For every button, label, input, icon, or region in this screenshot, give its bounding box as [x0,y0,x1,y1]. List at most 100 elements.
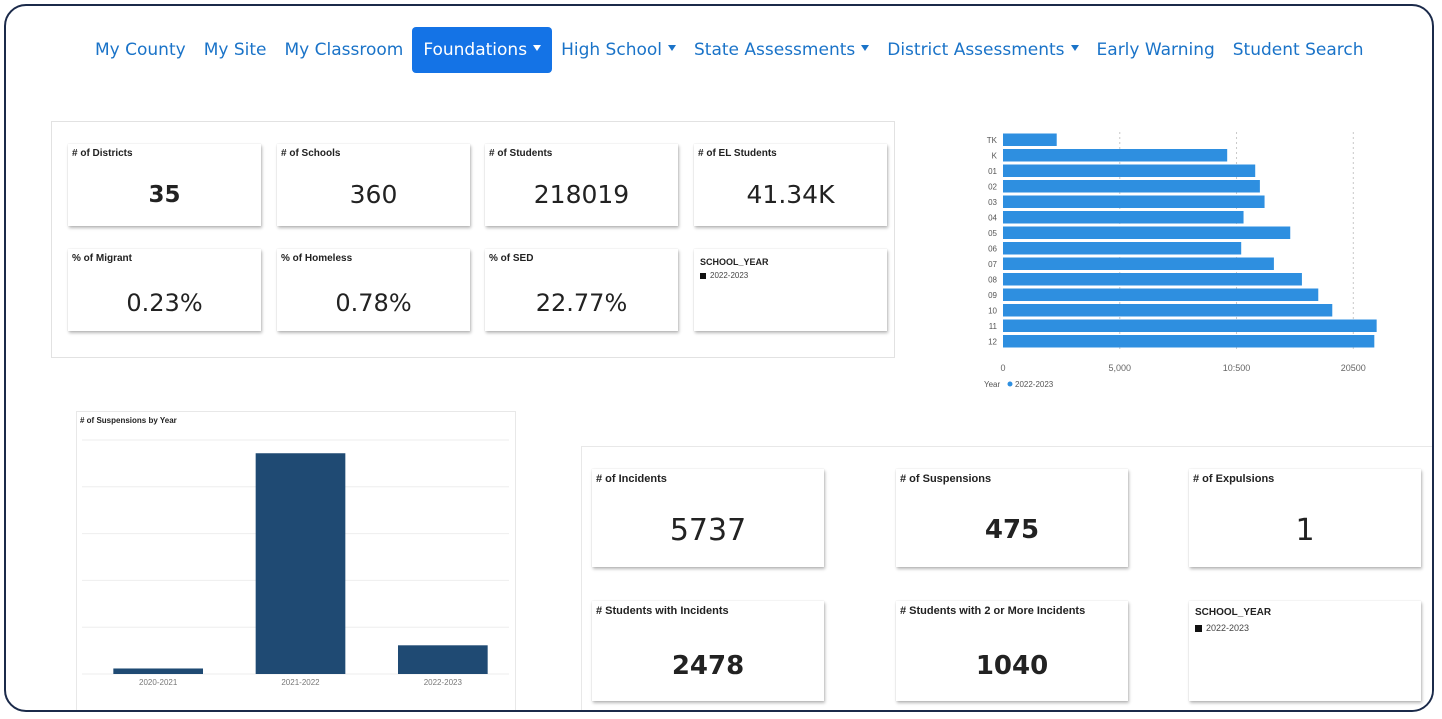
y-tick-label: 12 [988,337,997,346]
bar-03[interactable] [1003,195,1265,209]
nav-item-label: My Classroom [284,40,404,60]
nav-item-student-search[interactable]: Student Search [1224,27,1373,73]
nav-item-label: Foundations [423,40,528,60]
bar-2022-2023[interactable] [397,645,488,674]
suspensions-by-year-svg: # of Suspensions by Year 2020-2021 2021-20… [80,416,509,687]
kpi-card-districts: # of Districts 35 [68,144,261,226]
y-tick-label: TK [987,136,998,145]
bar-10[interactable] [1003,304,1333,317]
checkbox-icon [700,272,706,279]
kpi-value: 35 [148,182,181,208]
nav-item-foundations[interactable]: Foundations [412,27,553,73]
incidents-kpi-panel: # of Incidents 5737 # of Suspensions 475… [581,446,1432,710]
nav-item-early-warning[interactable]: Early Warning [1088,27,1224,73]
kpi-value: 218019 [533,180,630,209]
legend-entry[interactable]: 2022-2023 [1015,380,1054,389]
y-tick-label: K [992,151,998,160]
legend-title: Year [984,380,1001,389]
nav-item-label: Early Warning [1096,40,1215,60]
bar-09[interactable] [1003,288,1319,302]
kpi-card-incidents: # of Incidents 5737 [592,469,824,567]
nav-item-label: District Assessments [887,40,1065,60]
kpi-value: 2478 [671,651,745,681]
kpi-value: 5737 [669,513,747,548]
top-nav: My County My Site My Classroom Foundations H… [86,26,1373,74]
kpi-value: 0.78% [335,289,412,317]
x-tick-label: 2020-2021 [139,678,178,687]
kpi-card-el-students: # of EL Students 41.34K [694,144,887,226]
bar-02[interactable] [1003,180,1260,193]
nav-item-my-county[interactable]: My County [86,27,195,73]
nav-item-label: State Assessments [694,40,856,60]
kpi-value: 360 [349,180,398,209]
slicer-option-label: 2022-2023 [710,271,749,280]
kpi-card-migrant: % of Migrant 0.23% [68,249,261,331]
slicer-title: SCHOOL_YEAR [1195,607,1272,618]
caret-down-icon [533,45,542,51]
checkbox-icon [1195,624,1202,632]
kpi-value: 1 [1295,513,1315,548]
y-tick-label: 01 [988,167,997,176]
nav-item-state-assessments[interactable]: State Assessments [685,27,878,73]
kpi-card-students-with-incidents: # Students with Incidents 2478 [592,601,824,701]
bar-11[interactable] [1003,319,1377,333]
y-tick-label: 11 [989,322,998,331]
bar-07[interactable] [1003,257,1274,271]
kpi-label: % of SED [489,253,534,264]
x-tick-label: 0 [1000,363,1005,373]
school-year-slicer-incidents[interactable]: SCHOOL_YEAR 2022-2023 [1189,601,1421,701]
kpi-label: # of Students [489,148,553,159]
kpi-label: # Students with 2 or More Incidents [900,605,1086,617]
y-tick-label: 07 [988,260,997,269]
bar-TK[interactable] [1003,133,1057,147]
kpi-label: % of Homeless [281,253,353,264]
x-tick-label: 20500 [1341,363,1366,373]
bar-06[interactable] [1003,242,1242,255]
school-year-slicer[interactable]: SCHOOL_YEAR 2022-2023 [694,249,887,331]
x-tick-label: 2022-2023 [424,678,463,687]
y-tick-label: 09 [988,291,997,300]
kpi-card-homeless: % of Homeless 0.78% [277,249,470,331]
legend-dot-icon [1007,381,1013,387]
enrollment-by-grade-svg: TK K 01 02 03 04 05 06 07 08 09 10 11 12 0 5,000 10:500 2… [984,132,1377,389]
nav-item-high-school[interactable]: High School [552,27,685,73]
chart-title: # of Suspensions by Year [80,416,177,425]
nav-item-label: My County [95,40,186,60]
demographics-kpi-panel: # of Districts 35 # of Schools 360 # of … [51,121,895,358]
caret-down-icon [861,45,870,51]
caret-down-icon [1070,45,1079,51]
nav-item-my-site[interactable]: My Site [195,27,276,73]
nav-item-label: My Site [203,40,267,60]
kpi-value: 0.23% [126,289,203,317]
bar-08[interactable] [1003,273,1302,286]
kpi-card-students-2plus-incidents: # Students with 2 or More Incidents 1040 [896,601,1128,701]
kpi-card-expulsions: # of Expulsions 1 [1189,469,1421,567]
kpi-value: 22.77% [535,289,628,317]
bar-05[interactable] [1003,226,1291,240]
y-tick-label: 08 [988,275,997,284]
nav-item-district-assessments[interactable]: District Assessments [878,27,1087,73]
caret-down-icon [668,45,676,51]
slicer-option[interactable]: 2022-2023 [700,271,748,280]
kpi-label: # of Districts [72,148,133,159]
bar-2020-2021[interactable] [113,668,204,674]
x-tick-label: 5,000 [1109,363,1132,373]
bar-01[interactable] [1003,164,1256,178]
kpi-label: % of Migrant [72,253,132,264]
kpi-label: # of Expulsions [1193,473,1275,485]
nav-item-my-classroom[interactable]: My Classroom [275,27,412,73]
slicer-option-label: 2022-2023 [1206,623,1250,633]
bar-04[interactable] [1003,211,1244,224]
kpi-card-suspensions: # of Suspensions 475 [896,469,1128,567]
suspensions-by-year-chart: # of Suspensions by Year 2020-2021 2021-20… [76,411,516,710]
dashboard-frame: My County My Site My Classroom Foundations H… [4,4,1434,712]
bar-K[interactable] [1003,149,1228,162]
kpi-label: # of Schools [281,148,341,159]
slicer-option[interactable]: 2022-2023 [1195,623,1249,633]
nav-item-label: High School [561,40,662,60]
bar-12[interactable] [1003,335,1375,348]
y-tick-label: 02 [988,182,997,191]
kpi-label: # of EL Students [698,148,777,159]
bar-2021-2022[interactable] [255,453,346,674]
enrollment-by-grade-chart: TK K 01 02 03 04 05 06 07 08 09 10 11 12 0 5,000 10:500 2… [981,124,1431,396]
